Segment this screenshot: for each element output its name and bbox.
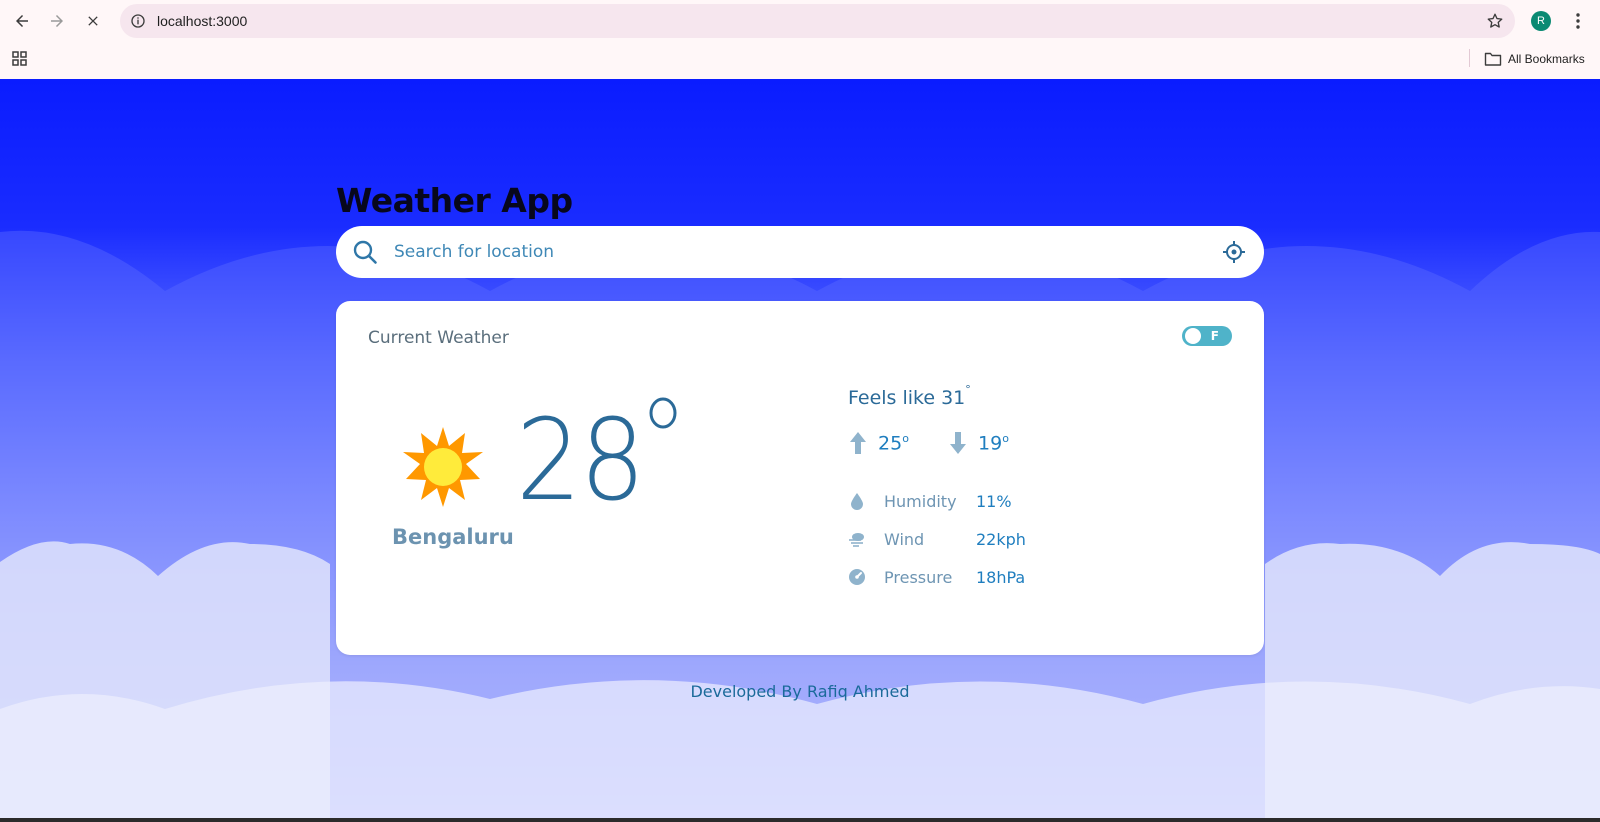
city-name: Bengaluru xyxy=(392,525,514,549)
feels-like-degree: ° xyxy=(965,383,971,396)
site-info-icon[interactable] xyxy=(129,12,147,30)
bookmark-star-icon[interactable] xyxy=(1485,11,1505,31)
search-input[interactable] xyxy=(394,236,1174,268)
bookmarks-divider xyxy=(1469,49,1470,67)
weather-page: Weather App Current Weather F 28 Bengalu… xyxy=(0,79,1600,818)
card-title: Current Weather xyxy=(368,328,509,348)
humidity-label: Humidity xyxy=(884,491,957,511)
wind-icon xyxy=(849,533,864,547)
app-title: Weather App xyxy=(336,181,573,220)
toggle-knob xyxy=(1185,328,1201,344)
search-bar xyxy=(336,226,1264,278)
all-bookmarks-label: All Bookmarks xyxy=(1508,52,1585,66)
address-bar[interactable]: localhost:3000 xyxy=(120,4,1515,38)
sun-icon xyxy=(403,427,483,507)
forward-icon[interactable] xyxy=(45,9,69,33)
humidity-value: 11% xyxy=(976,491,1012,511)
current-location-icon[interactable] xyxy=(1222,240,1246,264)
back-icon[interactable] xyxy=(10,9,34,33)
low-temp-value: 19o xyxy=(978,431,1009,455)
wind-value: 22kph xyxy=(976,529,1026,549)
bookmarks-bar xyxy=(0,42,1600,79)
unit-toggle-label: F xyxy=(1210,329,1219,343)
wind-row: Wind 22kph xyxy=(848,527,1026,551)
taskbar-strip xyxy=(0,818,1600,822)
humidity-icon xyxy=(851,493,863,510)
profile-avatar[interactable]: R xyxy=(1531,11,1551,31)
temperature-degree-symbol xyxy=(649,397,677,429)
low-temp: 19o xyxy=(948,429,1009,457)
unit-toggle[interactable]: F xyxy=(1182,326,1232,346)
feels-like-text: Feels like 31 xyxy=(848,387,966,409)
feels-like: Feels like 31° xyxy=(848,383,971,409)
all-bookmarks-button[interactable]: All Bookmarks xyxy=(1484,48,1585,70)
pressure-row: Pressure 18hPa xyxy=(848,565,1025,589)
high-temp: 25o xyxy=(848,429,909,457)
footer-credit: Developed By Rafiq Ahmed xyxy=(690,682,910,701)
folder-icon xyxy=(1484,52,1502,66)
arrow-up-icon xyxy=(850,432,866,454)
browser-toolbar: localhost:3000 R xyxy=(0,0,1600,42)
wind-label: Wind xyxy=(884,529,925,549)
pressure-label: Pressure xyxy=(884,567,953,587)
high-temp-value: 25o xyxy=(878,431,909,455)
browser-menu-icon[interactable] xyxy=(1570,10,1586,32)
temperature-value: 28 xyxy=(516,396,645,526)
pressure-icon xyxy=(849,569,865,585)
search-icon xyxy=(353,240,377,264)
current-weather-card: Current Weather F 28 Bengaluru Feels lik… xyxy=(336,301,1264,655)
humidity-row: Humidity 11% xyxy=(848,489,1012,513)
pressure-value: 18hPa xyxy=(976,567,1026,587)
url-text[interactable]: localhost:3000 xyxy=(157,4,247,38)
stop-loading-icon[interactable] xyxy=(81,9,105,33)
apps-grid-icon[interactable] xyxy=(11,50,29,68)
arrow-down-icon xyxy=(950,432,966,454)
